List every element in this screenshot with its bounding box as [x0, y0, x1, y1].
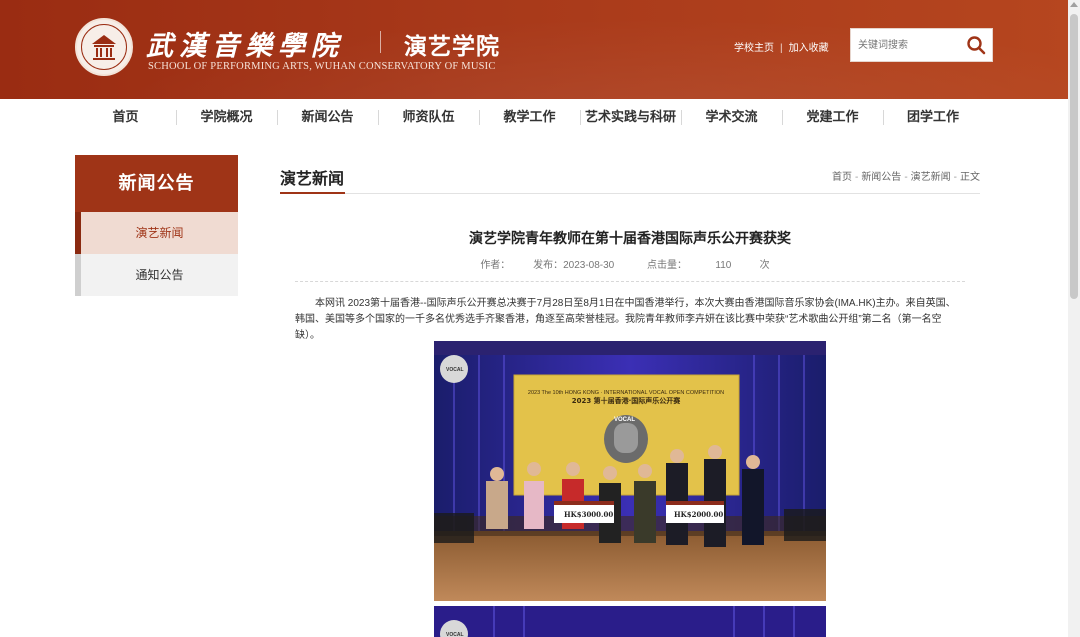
nav-art-research[interactable]: 艺术实践与科研 [580, 99, 681, 135]
school-home-link[interactable]: 学校主页 [734, 39, 774, 54]
nav-faculty[interactable]: 师资队伍 [378, 99, 479, 135]
banner-line-cn: 2023 第十届香港·国际声乐公开赛 [572, 396, 682, 405]
top-links: 学校主页 | 加入收藏 [734, 39, 829, 54]
scroll-up-arrow-icon[interactable] [1070, 2, 1078, 7]
sidebar-title: 新闻公告 [75, 155, 238, 212]
cheque-amount-1: HK$3000.00 [564, 510, 613, 519]
school-name-cn: 武漢音樂學院 [146, 31, 344, 62]
award-photo-illustration: 2023 The 10th HONG KONG · INTERNATIONAL … [434, 341, 826, 601]
page-scrollbar[interactable] [1068, 0, 1080, 637]
school-name-en: SCHOOL OF PERFORMING ARTS, WUHAN CONSERV… [148, 61, 496, 72]
cheque-amount-2: HK$2000.00 [674, 510, 723, 519]
search-button[interactable] [959, 29, 992, 61]
article-date: 发布：2023-08-30 [533, 260, 615, 271]
search-icon [967, 36, 986, 55]
breadcrumb-performing-news[interactable]: 演艺新闻 [911, 172, 951, 183]
article-title: 演艺学院青年教师在第十届香港国际声乐公开赛获奖 [469, 230, 791, 246]
scrollbar-thumb[interactable] [1070, 14, 1078, 299]
breadcrumb-news[interactable]: 新闻公告 [861, 172, 901, 183]
nav-academic-exchange[interactable]: 学术交流 [681, 99, 782, 135]
article-body: 本网讯 2023第十届香港--国际声乐公开赛总决赛于7月28日至8月1日在中国香… [295, 298, 956, 341]
building-icon [92, 35, 116, 60]
article-author: 作者： [480, 260, 511, 271]
corner-logo-text: VOCAL [446, 367, 464, 373]
search-box [850, 28, 993, 62]
nav-news[interactable]: 新闻公告 [277, 99, 378, 135]
award-photo-2-illustration: VOCAL [434, 606, 826, 637]
dept-name-cn: 演艺学院 [404, 33, 500, 59]
school-logo-seal[interactable] [75, 18, 133, 76]
award-ceremony-photo-2[interactable]: VOCAL [434, 606, 826, 637]
banner-line-en: 2023 The 10th HONG KONG · INTERNATIONAL … [528, 390, 724, 396]
photo-2-logo-text: VOCAL [446, 632, 464, 637]
main-nav: 首页 学院概况 新闻公告 师资队伍 教学工作 艺术实践与科研 学术交流 党建工作… [75, 99, 983, 135]
article-meta: 作者： 发布：2023-08-30 点击量： 110 次 [280, 256, 980, 271]
article-views: 点击量： 110 次 [647, 260, 770, 271]
search-input[interactable] [851, 29, 961, 61]
sidebar-item-notices[interactable]: 通知公告 [75, 254, 238, 296]
meta-divider [295, 281, 965, 282]
link-separator: | [780, 43, 783, 54]
add-favorite-link[interactable]: 加入收藏 [789, 39, 829, 54]
section-divider [345, 193, 980, 194]
header-divider [380, 31, 381, 53]
breadcrumb: 首页 - 新闻公告 - 演艺新闻 - 正文 [831, 172, 980, 183]
breadcrumb-current: 正文 [960, 172, 980, 183]
breadcrumb-home[interactable]: 首页 [832, 172, 852, 183]
section-title: 演艺新闻 [280, 171, 345, 188]
sidebar: 新闻公告 演艺新闻 通知公告 [75, 155, 238, 296]
section-title-underline [280, 192, 345, 194]
site-header: 武漢音樂學院 演艺学院 SCHOOL OF PERFORMING ARTS, W… [0, 0, 1080, 99]
sidebar-item-performing-news[interactable]: 演艺新闻 [75, 212, 238, 254]
nav-about[interactable]: 学院概况 [176, 99, 277, 135]
nav-home[interactable]: 首页 [75, 99, 176, 135]
award-ceremony-photo[interactable]: 2023 The 10th HONG KONG · INTERNATIONAL … [434, 341, 826, 601]
nav-student-work[interactable]: 团学工作 [883, 99, 983, 135]
banner-logo-text: VOCAL [614, 417, 635, 423]
nav-party-work[interactable]: 党建工作 [782, 99, 883, 135]
nav-teaching[interactable]: 教学工作 [479, 99, 580, 135]
